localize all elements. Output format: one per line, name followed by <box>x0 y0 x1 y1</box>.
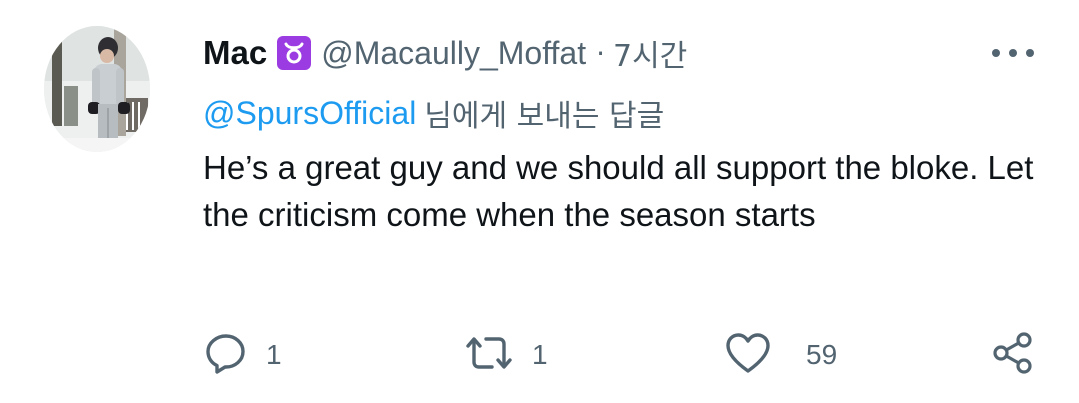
tweet-text: He’s a great guy and we should all suppo… <box>203 149 1034 233</box>
heart-icon <box>724 331 772 379</box>
retweet-count: 1 <box>532 339 548 370</box>
retweet-button[interactable]: 1 <box>464 330 548 380</box>
action-bar: 1 1 59 <box>0 330 1079 380</box>
retweet-icon <box>464 331 514 379</box>
separator-dot: · <box>596 36 605 70</box>
tweet-card[interactable]: Mac @Macaully_Moffat · 7시간 @SpursOfficia… <box>0 0 1079 403</box>
like-button[interactable]: 59 <box>724 330 837 380</box>
like-count: 59 <box>806 339 838 370</box>
author-handle[interactable]: @Macaully_Moffat <box>321 35 586 72</box>
tweet-header: Mac @Macaully_Moffat · 7시간 <box>203 28 1043 78</box>
author-name[interactable]: Mac <box>203 34 267 72</box>
reply-mention-link[interactable]: @SpursOfficial <box>203 95 416 132</box>
avatar[interactable] <box>44 26 150 152</box>
more-options-icon[interactable] <box>990 42 1036 64</box>
reply-icon <box>204 331 248 379</box>
replying-to: @SpursOfficial 님에게 보내는 답글 <box>203 90 664 136</box>
reply-button[interactable]: 1 <box>204 330 282 380</box>
reply-count: 1 <box>266 339 282 370</box>
timestamp[interactable]: 7시간 <box>613 31 687 75</box>
share-icon <box>990 330 1036 380</box>
reply-suffix-text: 님에게 보내는 답글 <box>424 99 665 134</box>
taurus-zodiac-icon <box>277 36 312 70</box>
share-button[interactable] <box>990 330 1036 380</box>
